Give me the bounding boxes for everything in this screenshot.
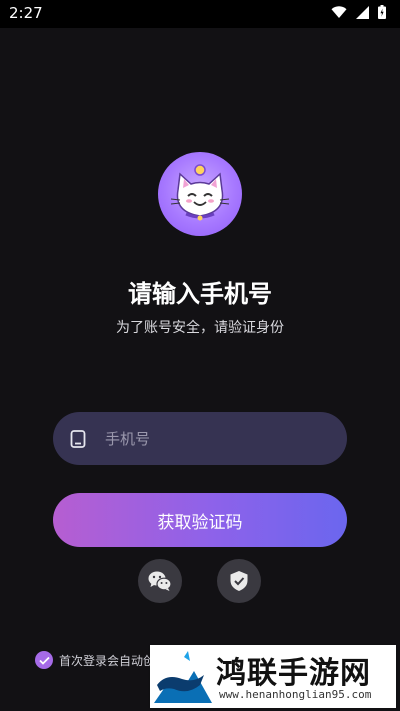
page-subtitle: 为了账号安全，请验证身份 <box>116 320 284 336</box>
cell-signal-icon <box>356 5 369 19</box>
phone-input-field[interactable] <box>53 412 347 465</box>
status-time: 2:27 <box>9 4 43 22</box>
status-icons <box>331 5 386 19</box>
check-icon <box>38 656 50 665</box>
shield-check-icon <box>230 571 248 591</box>
battery-icon <box>378 5 386 19</box>
get-verification-code-button[interactable]: 获取验证码 <box>53 493 347 547</box>
page-title: 请输入手机号 <box>128 280 272 308</box>
verify-login-button[interactable] <box>217 559 261 603</box>
mobile-phone-icon <box>70 429 86 448</box>
phone-number-input[interactable] <box>105 429 347 448</box>
watermark-url: www.henanhonglian95.com <box>219 688 372 701</box>
wifi-icon <box>331 5 347 18</box>
lucky-cat-icon <box>170 164 230 221</box>
agreement-checkbox[interactable] <box>35 651 53 669</box>
wechat-icon <box>148 571 172 591</box>
site-watermark: 鸿联手游网 www.henanhonglian95.com <box>150 645 396 708</box>
app-logo-avatar <box>158 152 242 236</box>
watermark-logo-icon <box>154 651 212 703</box>
status-bar: 2:27 <box>0 0 400 28</box>
watermark-site-name: 鸿联手游网 <box>216 656 371 691</box>
agreement-row: 首次登录会自动创 <box>35 651 155 669</box>
agreement-text: 首次登录会自动创 <box>59 653 156 668</box>
wechat-login-button[interactable] <box>138 559 182 603</box>
